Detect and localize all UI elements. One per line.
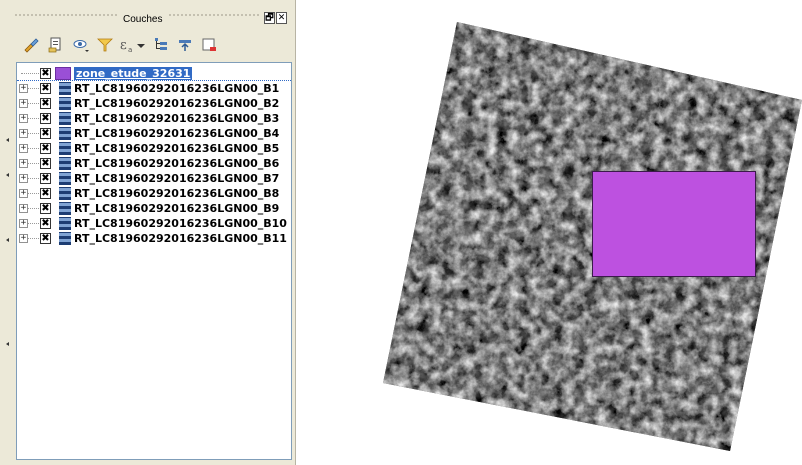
tree-branch bbox=[28, 148, 39, 149]
filter-legend-icon[interactable] bbox=[96, 36, 114, 54]
tree-branch bbox=[28, 238, 39, 239]
expand-plus-icon[interactable]: + bbox=[19, 204, 28, 213]
dock-arrow-icon[interactable] bbox=[6, 173, 9, 177]
layer-row[interactable]: + ✖ RT_LC81960292016236LGN00_B2 bbox=[17, 97, 291, 110]
raster-layer-icon bbox=[55, 187, 71, 200]
raster-layer-icon bbox=[55, 202, 71, 215]
layer-visibility-checkbox[interactable]: ✖ bbox=[40, 98, 51, 109]
layer-visibility-checkbox[interactable]: ✖ bbox=[40, 233, 51, 244]
restore-panel-button[interactable]: 🗗 bbox=[264, 12, 275, 24]
layer-name: RT_LC81960292016236LGN00_B11 bbox=[74, 232, 287, 245]
layer-visibility-checkbox[interactable]: ✖ bbox=[40, 68, 51, 79]
tree-branch bbox=[28, 193, 39, 194]
raster-layer-icon bbox=[55, 142, 71, 155]
panel-title: Couches bbox=[123, 14, 163, 25]
expand-plus-icon[interactable]: + bbox=[19, 84, 28, 93]
manage-visibility-icon[interactable] bbox=[72, 36, 90, 54]
expand-plus-icon[interactable]: + bbox=[19, 189, 28, 198]
dock-arrow-icon[interactable] bbox=[6, 238, 9, 242]
raster-layer-icon bbox=[55, 217, 71, 230]
layer-name: RT_LC81960292016236LGN00_B4 bbox=[74, 127, 280, 140]
layer-row[interactable]: + ✖ RT_LC81960292016236LGN00_B3 bbox=[17, 112, 291, 125]
title-grip bbox=[168, 13, 260, 17]
raster-layer-icon bbox=[55, 157, 71, 170]
raster-layer-icon bbox=[55, 172, 71, 185]
left-dock-edge bbox=[0, 0, 10, 465]
svg-text:ε: ε bbox=[120, 38, 127, 53]
layer-visibility-checkbox[interactable]: ✖ bbox=[40, 128, 51, 139]
layer-visibility-checkbox[interactable]: ✖ bbox=[40, 83, 51, 94]
layer-name: RT_LC81960292016236LGN00_B2 bbox=[74, 97, 280, 110]
layer-visibility-checkbox[interactable]: ✖ bbox=[40, 158, 51, 169]
add-group-icon[interactable] bbox=[47, 36, 65, 54]
expand-plus-icon[interactable]: + bbox=[19, 99, 28, 108]
dropdown-arrow-icon[interactable] bbox=[136, 36, 146, 54]
expand-plus-icon[interactable]: + bbox=[19, 114, 28, 123]
layer-row[interactable]: + ✖ RT_LC81960292016236LGN00_B11 bbox=[17, 232, 291, 245]
open-layer-styling-icon[interactable] bbox=[22, 36, 40, 54]
layers-panel: Couches 🗗 ✕ ε a ✖ zone_etude_32631 + ✖ R… bbox=[10, 0, 296, 465]
layer-visibility-checkbox[interactable]: ✖ bbox=[40, 203, 51, 214]
layer-name: RT_LC81960292016236LGN00_B7 bbox=[74, 172, 280, 185]
raster-layer-icon bbox=[55, 97, 71, 110]
tree-branch bbox=[28, 118, 39, 119]
expand-plus-icon[interactable]: + bbox=[19, 234, 28, 243]
tree-branch bbox=[28, 88, 39, 89]
expand-plus-icon[interactable]: + bbox=[19, 174, 28, 183]
layer-row[interactable]: + ✖ RT_LC81960292016236LGN00_B10 bbox=[17, 217, 291, 230]
layer-row[interactable]: + ✖ RT_LC81960292016236LGN00_B5 bbox=[17, 142, 291, 155]
tree-branch bbox=[28, 223, 39, 224]
layers-tree[interactable]: ✖ zone_etude_32631 + ✖ RT_LC819602920162… bbox=[16, 62, 292, 460]
collapse-all-icon[interactable] bbox=[176, 36, 194, 54]
map-canvas[interactable] bbox=[297, 0, 802, 465]
layer-name: RT_LC81960292016236LGN00_B6 bbox=[74, 157, 280, 170]
panel-title-bar[interactable]: Couches 🗗 ✕ bbox=[10, 0, 296, 30]
layer-row[interactable]: + ✖ RT_LC81960292016236LGN00_B1 bbox=[17, 82, 291, 95]
tree-branch bbox=[28, 163, 39, 164]
layer-visibility-checkbox[interactable]: ✖ bbox=[40, 173, 51, 184]
layer-row[interactable]: + ✖ RT_LC81960292016236LGN00_B4 bbox=[17, 127, 291, 140]
dock-arrow-icon[interactable] bbox=[6, 342, 9, 346]
close-panel-button[interactable]: ✕ bbox=[276, 12, 287, 24]
expand-plus-icon[interactable]: + bbox=[19, 144, 28, 153]
layer-row[interactable]: + ✖ RT_LC81960292016236LGN00_B8 bbox=[17, 187, 291, 200]
layer-name: RT_LC81960292016236LGN00_B5 bbox=[74, 142, 280, 155]
layer-row[interactable]: + ✖ RT_LC81960292016236LGN00_B7 bbox=[17, 172, 291, 185]
layer-visibility-checkbox[interactable]: ✖ bbox=[40, 113, 51, 124]
layer-visibility-checkbox[interactable]: ✖ bbox=[40, 188, 51, 199]
tree-branch bbox=[28, 103, 39, 104]
study-zone-polygon[interactable] bbox=[592, 171, 756, 277]
layer-row[interactable]: + ✖ RT_LC81960292016236LGN00_B9 bbox=[17, 202, 291, 215]
expand-plus-icon[interactable]: + bbox=[19, 219, 28, 228]
expand-plus-icon[interactable]: + bbox=[19, 159, 28, 168]
layer-name: RT_LC81960292016236LGN00_B10 bbox=[74, 217, 287, 230]
tree-branch bbox=[28, 133, 39, 134]
layer-name: zone_etude_32631 bbox=[74, 67, 193, 80]
layer-visibility-checkbox[interactable]: ✖ bbox=[40, 143, 51, 154]
title-grip bbox=[14, 13, 118, 17]
layer-row[interactable]: + ✖ RT_LC81960292016236LGN00_B6 bbox=[17, 157, 291, 170]
dock-arrow-icon[interactable] bbox=[6, 138, 9, 142]
layer-visibility-checkbox[interactable]: ✖ bbox=[40, 218, 51, 229]
layer-row-zone-etude[interactable]: ✖ zone_etude_32631 bbox=[17, 67, 291, 81]
raster-layer-icon bbox=[55, 82, 71, 95]
remove-layer-icon[interactable] bbox=[200, 36, 218, 54]
svg-text:a: a bbox=[128, 46, 132, 54]
tree-branch bbox=[28, 178, 39, 179]
layer-name: RT_LC81960292016236LGN00_B3 bbox=[74, 112, 280, 125]
layers-toolbar: ε a bbox=[10, 30, 296, 60]
raster-layer-icon bbox=[55, 112, 71, 125]
polygon-layer-icon bbox=[55, 67, 71, 80]
raster-layer-icon bbox=[55, 232, 71, 245]
raster-layer-icon bbox=[55, 127, 71, 140]
filter-expression-icon[interactable]: ε a bbox=[119, 36, 137, 54]
tree-branch bbox=[21, 73, 39, 74]
expand-plus-icon[interactable]: + bbox=[19, 129, 28, 138]
expand-all-icon[interactable] bbox=[152, 36, 170, 54]
layer-name: RT_LC81960292016236LGN00_B1 bbox=[74, 82, 280, 95]
layer-name: RT_LC81960292016236LGN00_B9 bbox=[74, 202, 280, 215]
tree-branch bbox=[28, 208, 39, 209]
layer-name: RT_LC81960292016236LGN00_B8 bbox=[74, 187, 280, 200]
